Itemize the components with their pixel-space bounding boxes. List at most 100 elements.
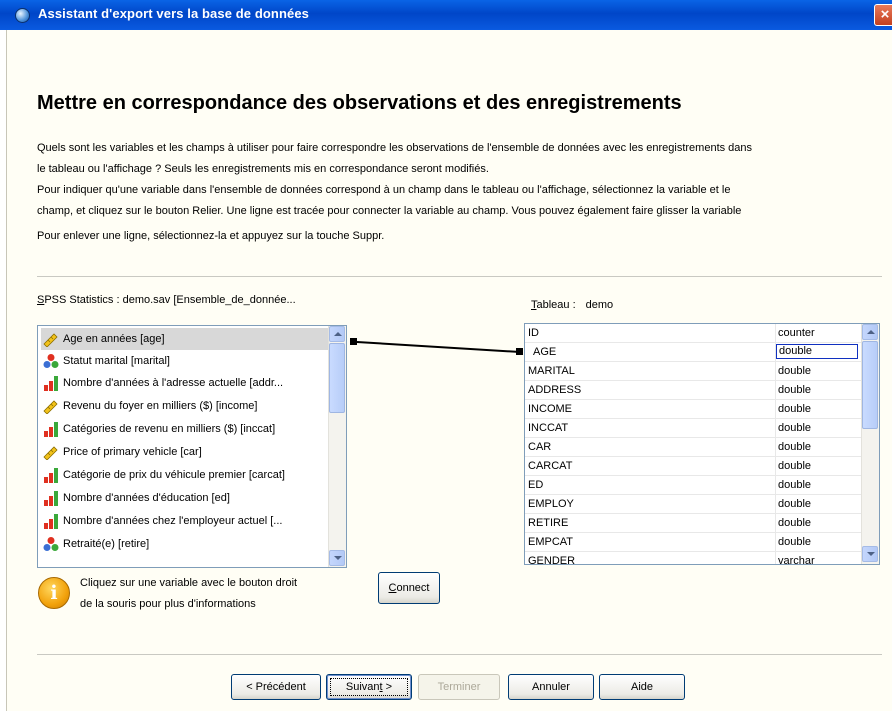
- scale-ruler-icon: [43, 446, 58, 460]
- cell-divider: [775, 381, 776, 400]
- link-anchor-left[interactable]: [350, 338, 357, 345]
- list-item[interactable]: Nombre d'années chez l'employeur actuel …: [41, 510, 329, 532]
- ordinal-icon: [44, 468, 58, 483]
- scroll-down-button[interactable]: [329, 550, 345, 566]
- finish-button[interactable]: Terminer: [418, 674, 500, 700]
- field-name: MARITAL: [528, 365, 575, 377]
- scroll-thumb[interactable]: [329, 343, 345, 413]
- field-type: double: [778, 498, 812, 510]
- field-type: double: [778, 384, 812, 396]
- variables-scrollbar[interactable]: [328, 326, 346, 567]
- fields-scrollbar[interactable]: [861, 324, 879, 564]
- table-row[interactable]: INCOME double: [525, 400, 863, 419]
- field-type-selected[interactable]: double: [776, 344, 858, 359]
- variable-label: Statut marital [marital]: [63, 355, 170, 367]
- instructions-line-5: Pour enlever une ligne, sélectionnez-la …: [37, 230, 385, 242]
- variable-label: Retraité(e) [retire]: [63, 538, 150, 550]
- table-row[interactable]: ID counter: [525, 324, 863, 343]
- separator-top: [37, 276, 882, 277]
- link-line[interactable]: [350, 338, 526, 358]
- cell-divider: [775, 476, 776, 495]
- connect-button[interactable]: Connect: [378, 572, 440, 604]
- cell-divider: [775, 457, 776, 476]
- target-label: Tableau : demo: [531, 299, 613, 311]
- table-row[interactable]: ED double: [525, 476, 863, 495]
- instructions-line-3: Pour indiquer qu'une variable dans l'ens…: [37, 184, 731, 196]
- variable-label: Catégorie de prix du véhicule premier [c…: [63, 469, 285, 481]
- field-name: EMPCAT: [528, 536, 574, 548]
- instructions-line-1: Quels sont les variables et les champs à…: [37, 142, 753, 154]
- variable-label: Age en années [age]: [63, 333, 165, 345]
- list-item[interactable]: Nombre d'années à l'adresse actuelle [ad…: [41, 372, 329, 394]
- field-name: AGE: [533, 346, 557, 358]
- chevron-down-icon: [867, 552, 875, 556]
- ordinal-icon: [44, 514, 58, 529]
- cell-divider: [775, 438, 776, 457]
- table-row[interactable]: EMPLOY double: [525, 495, 863, 514]
- close-icon[interactable]: ×: [874, 4, 892, 26]
- source-label: SPSS Statistics : demo.sav [Ensemble_de_…: [37, 294, 296, 306]
- list-item[interactable]: Revenu du foyer en milliers ($) [income]: [41, 395, 329, 417]
- link-anchor-right[interactable]: [516, 348, 523, 355]
- ordinal-icon: [44, 491, 58, 506]
- window-title: Assistant d'export vers la base de donné…: [38, 6, 309, 21]
- field-name: ADDRESS: [528, 384, 582, 396]
- help-button[interactable]: Aide: [599, 674, 685, 700]
- page-title: Mettre en correspondance des observation…: [37, 92, 682, 114]
- field-type: double: [778, 517, 812, 529]
- fields-table[interactable]: ID counter AGE double MARITAL double ADDRES…: [524, 323, 880, 565]
- table-row[interactable]: CAR double: [525, 438, 863, 457]
- separator-bottom: [37, 654, 882, 655]
- info-icon: i: [38, 577, 70, 609]
- scale-ruler-icon: [43, 333, 58, 347]
- table-row[interactable]: RETIRE double: [525, 514, 863, 533]
- scale-ruler-icon: [43, 400, 58, 414]
- field-name: GENDER: [528, 555, 576, 565]
- field-name: RETIRE: [528, 517, 569, 529]
- cell-divider: [775, 362, 776, 381]
- scroll-thumb[interactable]: [862, 341, 878, 429]
- cancel-button[interactable]: Annuler: [508, 674, 594, 700]
- list-item[interactable]: Retraité(e) [retire]: [41, 533, 329, 555]
- list-item[interactable]: Catégorie de prix du véhicule premier [c…: [41, 464, 329, 486]
- back-button[interactable]: < Précédent: [231, 674, 321, 700]
- variable-label: Revenu du foyer en milliers ($) [income]: [63, 400, 258, 412]
- nominal-icon: [43, 354, 59, 368]
- scroll-up-button[interactable]: [329, 326, 345, 342]
- table-row[interactable]: CARCAT double: [525, 457, 863, 476]
- table-row[interactable]: INCCAT double: [525, 419, 863, 438]
- table-row[interactable]: AGE double: [525, 343, 863, 362]
- field-type: double: [778, 441, 812, 453]
- list-item[interactable]: Price of primary vehicle [car]: [41, 441, 329, 463]
- chevron-up-icon: [334, 332, 342, 336]
- scroll-down-button[interactable]: [862, 546, 878, 562]
- table-row[interactable]: EMPCAT double: [525, 533, 863, 552]
- list-item[interactable]: Age en années [age]: [41, 328, 329, 350]
- ordinal-icon: [44, 422, 58, 437]
- hint-line-2: de la souris pour plus d'informations: [80, 598, 256, 610]
- title-bar[interactable]: Assistant d'export vers la base de donné…: [0, 0, 892, 30]
- field-type: double: [778, 422, 812, 434]
- app-globe-icon: [15, 8, 30, 23]
- link-connector[interactable]: [356, 341, 521, 353]
- table-row[interactable]: GENDER varchar: [525, 552, 863, 565]
- next-button[interactable]: Suivant >: [326, 674, 412, 700]
- table-row[interactable]: MARITAL double: [525, 362, 863, 381]
- variable-label: Nombre d'années à l'adresse actuelle [ad…: [63, 377, 284, 389]
- scroll-up-button[interactable]: [862, 324, 878, 340]
- chevron-up-icon: [867, 330, 875, 334]
- variable-label: Nombre d'années chez l'employeur actuel …: [63, 515, 283, 527]
- list-item[interactable]: Catégories de revenu en milliers ($) [in…: [41, 418, 329, 440]
- variables-listbox[interactable]: Age en années [age] Statut marital [mari…: [37, 325, 347, 568]
- cell-divider: [775, 495, 776, 514]
- field-name: CARCAT: [528, 460, 573, 472]
- variable-label: Price of primary vehicle [car]: [63, 446, 202, 458]
- list-item[interactable]: Statut marital [marital]: [41, 350, 329, 372]
- list-item[interactable]: Nombre d'années d'éducation [ed]: [41, 487, 329, 509]
- ordinal-icon: [44, 376, 58, 391]
- cell-divider: [775, 400, 776, 419]
- hint-line-1: Cliquez sur une variable avec le bouton …: [80, 577, 298, 589]
- instructions-line-2: le tableau ou l'affichage ? Seuls les en…: [37, 163, 489, 175]
- table-row[interactable]: ADDRESS double: [525, 381, 863, 400]
- instructions-line-4: champ, et cliquez sur le bouton Relier. …: [37, 205, 742, 217]
